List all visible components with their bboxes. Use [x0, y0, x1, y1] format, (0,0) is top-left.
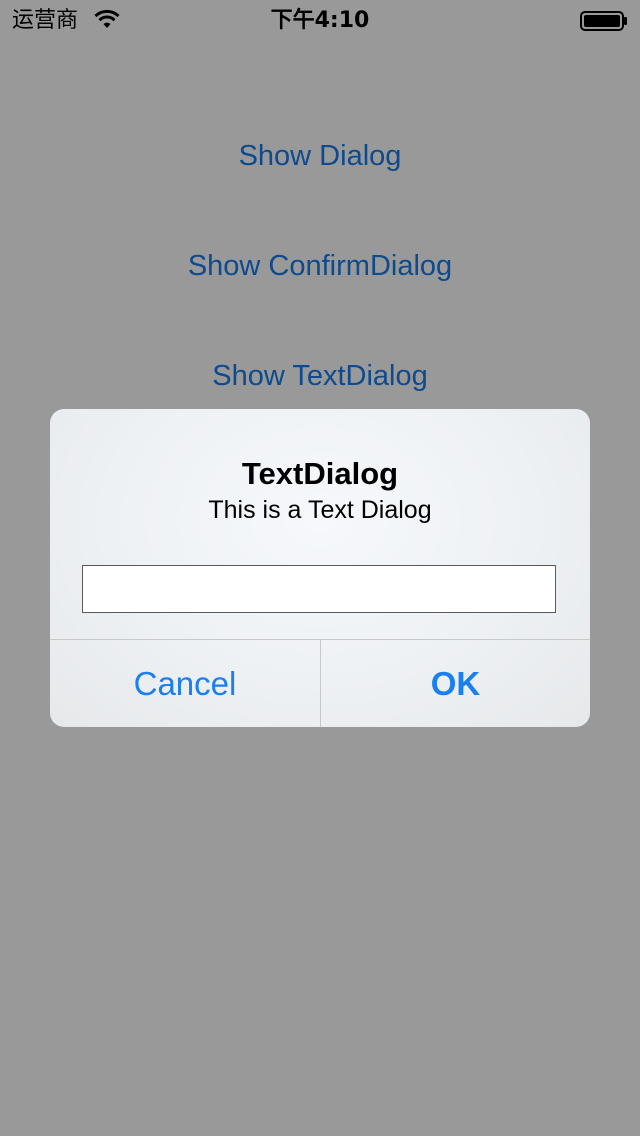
ok-button[interactable]: OK — [321, 640, 590, 727]
dialog-text-input[interactable] — [82, 565, 556, 613]
dialog-title: TextDialog — [241, 456, 399, 491]
dialog-message: This is a Text Dialog — [208, 496, 432, 524]
show-text-dialog-button[interactable]: Show TextDialog — [0, 356, 640, 396]
text-dialog: TextDialog This is a Text Dialog Cancel … — [50, 409, 590, 727]
show-confirm-dialog-button[interactable]: Show ConfirmDialog — [0, 246, 640, 286]
status-time: 下午4:10 — [270, 8, 370, 33]
show-dialog-button[interactable]: Show Dialog — [0, 136, 640, 176]
cancel-button[interactable]: Cancel — [50, 640, 320, 727]
status-bar: 运营商 下午4:10 — [0, 0, 640, 40]
battery-icon — [580, 11, 627, 31]
